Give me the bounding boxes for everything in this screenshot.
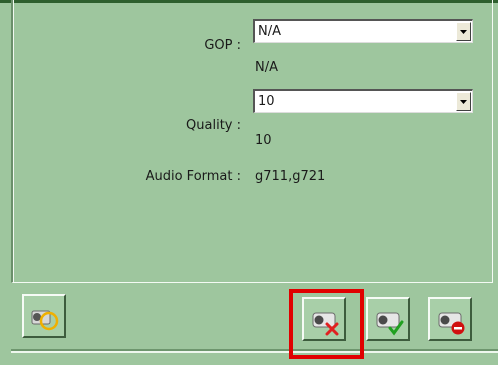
audio-format-value: g711,g721	[255, 169, 326, 184]
quality-label: Quality :	[186, 118, 241, 133]
camera-apply-icon	[376, 312, 404, 336]
gop-select[interactable]: N/A	[253, 19, 473, 43]
camera-apply-button[interactable]	[366, 297, 410, 341]
camera-settings-icon	[31, 310, 59, 331]
gop-current-value: N/A	[255, 60, 278, 75]
chevron-down-icon	[460, 100, 467, 104]
toolbar-divider	[11, 351, 498, 353]
gop-label: GOP :	[204, 38, 241, 53]
highlight-box	[289, 289, 364, 359]
camera-delete-button[interactable]	[428, 297, 472, 341]
camera-delete-icon	[438, 312, 465, 335]
audio-format-label: Audio Format :	[145, 169, 241, 184]
camera-settings-button[interactable]	[22, 294, 66, 338]
settings-panel: GOP : N/A N/A Quality : 10 10 Audio Form…	[11, 0, 493, 283]
gop-select-value: N/A	[258, 24, 281, 39]
chevron-down-icon	[460, 30, 467, 34]
quality-select[interactable]: 10	[253, 89, 473, 113]
quality-select-value: 10	[258, 94, 275, 109]
gop-dropdown-button[interactable]	[456, 22, 471, 41]
quality-current-value: 10	[255, 133, 272, 148]
quality-dropdown-button[interactable]	[456, 92, 471, 111]
